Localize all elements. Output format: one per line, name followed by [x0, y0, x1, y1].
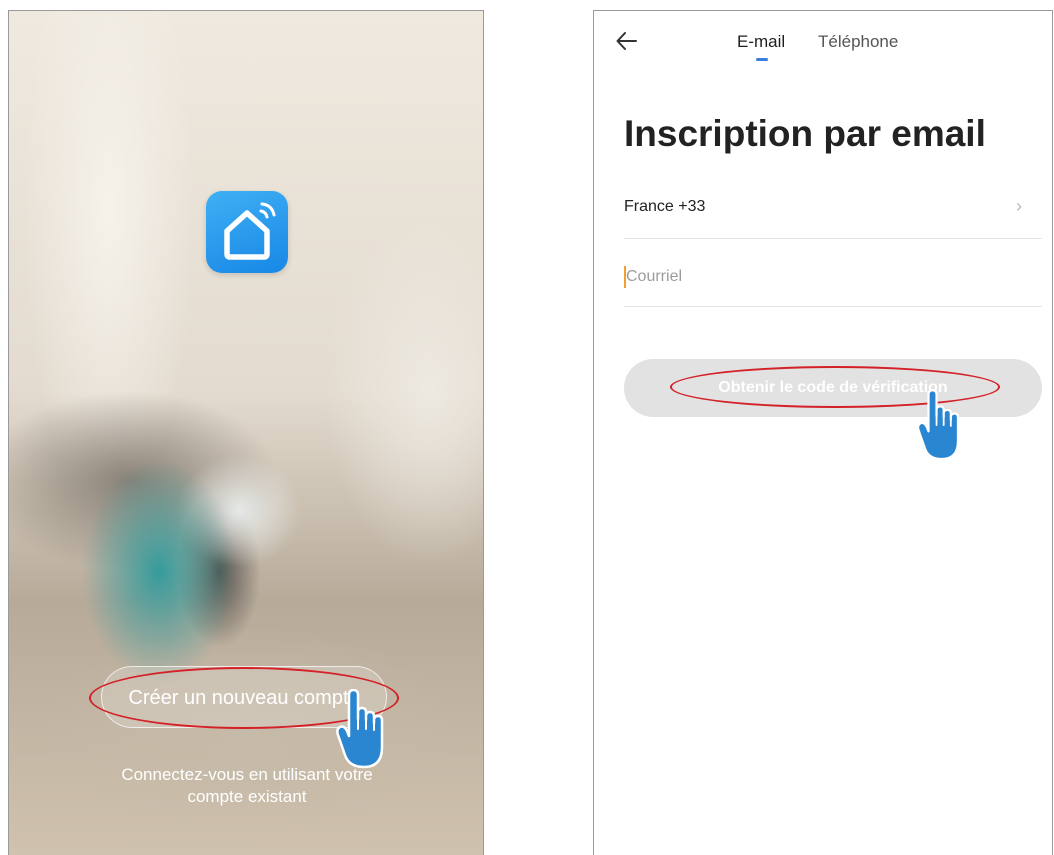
- login-link-line-2: compte existant: [187, 787, 307, 806]
- welcome-screen: Créer un nouveau compte Connectez-vous e…: [8, 10, 484, 855]
- email-field-row: [624, 257, 1042, 307]
- smart-home-wifi-icon: [206, 191, 288, 273]
- tab-email[interactable]: E-mail: [737, 31, 785, 53]
- country-value: France +33: [624, 198, 706, 215]
- email-signup-screen: E-mail Téléphone Inscription par email F…: [593, 10, 1053, 855]
- country-selector[interactable]: France +33 ›: [624, 191, 1042, 239]
- active-tab-indicator: [756, 58, 768, 61]
- chevron-right-icon: ›: [1016, 196, 1022, 216]
- page-title: Inscription par email: [624, 113, 986, 154]
- hand-pointer-icon: [336, 689, 384, 769]
- email-input[interactable]: [624, 263, 1026, 291]
- hand-pointer-icon: [916, 389, 960, 461]
- get-verification-code-button[interactable]: Obtenir le code de vérification: [624, 359, 1042, 417]
- arrow-left-icon[interactable]: [616, 31, 638, 51]
- tab-phone[interactable]: Téléphone: [818, 31, 898, 53]
